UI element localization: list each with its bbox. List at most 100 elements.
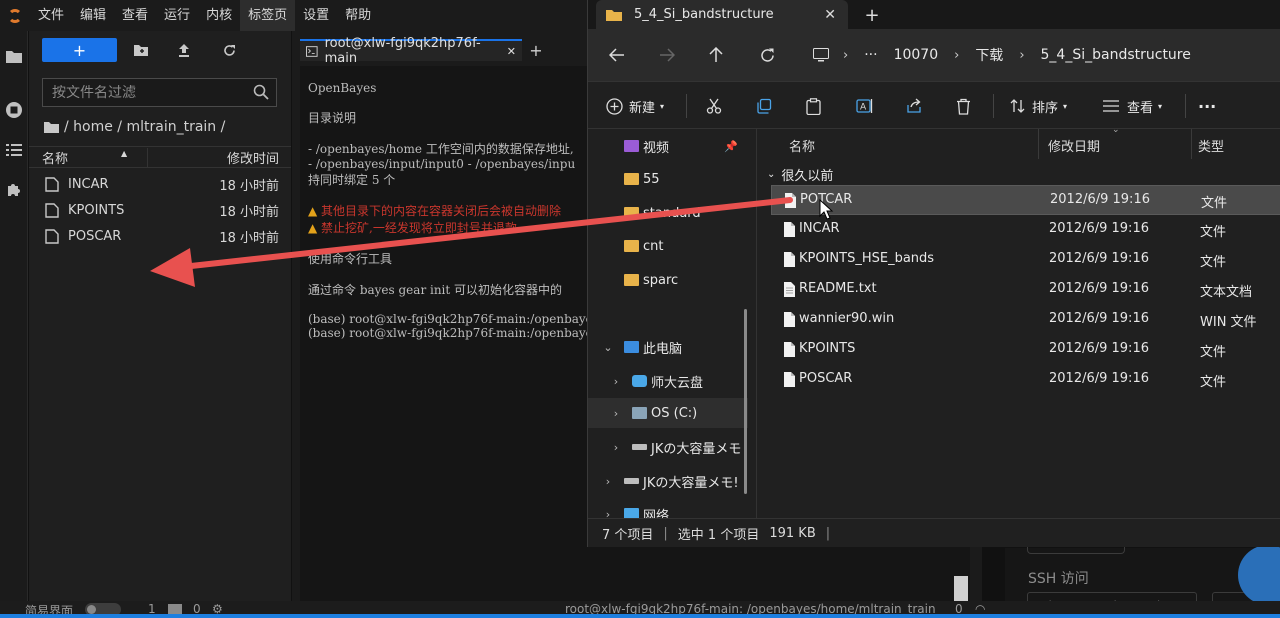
rename-icon[interactable]: A [856, 95, 874, 117]
file-row[interactable]: wannier90.win 2012/6/9 19:16 WIN 文件 [771, 305, 1280, 335]
view-button[interactable]: 查看 ▾ [1103, 95, 1162, 117]
file-type: 文件 [1200, 345, 1227, 360]
file-row[interactable]: KPOINTS_HSE_bands 2012/6/9 19:16 文件 [771, 245, 1280, 275]
extension-puzzle-icon[interactable] [0, 175, 28, 205]
folder-icon [624, 173, 639, 185]
nav-item-label: standard [643, 205, 701, 221]
chevron-right-icon[interactable]: › [610, 441, 622, 454]
folder-icon [624, 207, 639, 219]
chevron-right-icon[interactable]: › [610, 407, 622, 420]
cut-icon[interactable] [706, 95, 722, 117]
pin-icon[interactable]: 📌 [724, 140, 738, 153]
chevron-right-icon[interactable]: › [602, 508, 614, 519]
running-kernels-icon[interactable] [0, 95, 28, 125]
path-box[interactable]: › ··· 10070 › 下载 › 5_4_Si_bandstructure [800, 38, 1280, 72]
delete-icon[interactable] [956, 95, 971, 117]
menu-help[interactable]: 帮助 [337, 0, 379, 31]
close-icon[interactable]: ✕ [507, 45, 516, 58]
column-divider[interactable] [1191, 129, 1192, 159]
forward-arrow-icon[interactable] [654, 42, 680, 68]
menu-kernel[interactable]: 内核 [198, 0, 240, 31]
file-browser-panel: + / home / mltrain_train / 名称 ▲ 修改时间 [29, 31, 291, 601]
refresh-icon[interactable] [219, 40, 239, 60]
upload-icon[interactable] [174, 40, 194, 60]
back-arrow-icon[interactable] [604, 42, 630, 68]
menu-run[interactable]: 运行 [156, 0, 198, 31]
divider: | [663, 525, 668, 541]
folder-icon[interactable] [44, 121, 59, 133]
menu-tabs[interactable]: 标签页 [240, 0, 296, 31]
document-icon [784, 252, 795, 267]
path-ellipsis[interactable]: ··· [864, 47, 877, 63]
explorer-tab[interactable]: 5_4_Si_bandstructure ✕ [596, 0, 848, 29]
nav-item-folder[interactable]: standard [588, 198, 748, 228]
file-icon [45, 202, 59, 218]
share-icon[interactable] [906, 95, 922, 117]
path-segment[interactable]: 5_4_Si_bandstructure [1041, 47, 1191, 63]
file-row[interactable]: INCAR 18 小时前 [29, 171, 291, 197]
file-filter-input[interactable] [52, 84, 252, 101]
document-icon [785, 193, 796, 208]
nav-item-this-pc[interactable]: ⌄ 此电脑 [588, 332, 748, 362]
nav-item-network[interactable]: › 网络 [588, 499, 748, 518]
file-row[interactable]: POTCAR 2012/6/9 19:16 文件 [771, 185, 1280, 215]
new-button[interactable]: 新建 ▾ [606, 95, 664, 117]
file-name: INCAR [68, 176, 109, 192]
nav-scrollbar[interactable] [744, 309, 747, 494]
file-row[interactable]: POSCAR 18 小时前 [29, 223, 291, 249]
more-options-icon[interactable]: ··· [1198, 95, 1216, 117]
sort-button[interactable]: 排序 ▾ [1010, 95, 1067, 117]
column-divider[interactable] [1038, 129, 1039, 159]
folder-icon [624, 240, 639, 252]
chevron-right-icon[interactable]: › [602, 475, 614, 488]
copy-icon[interactable] [756, 95, 772, 117]
close-icon[interactable]: ✕ [824, 7, 836, 23]
nav-item-usb[interactable]: › JKの大容量メモ [588, 432, 748, 462]
menu-settings[interactable]: 设置 [295, 0, 337, 31]
file-row[interactable]: KPOINTS 18 小时前 [29, 197, 291, 223]
chevron-down-icon[interactable]: ⌄ [602, 341, 614, 354]
chevron-right-icon[interactable]: › [610, 375, 622, 388]
chevron-down-icon: ⌄ [767, 169, 776, 180]
bottom-accent-bar [0, 614, 1280, 618]
modified-column-header[interactable]: 修改时间 [147, 147, 291, 167]
file-row[interactable]: KPOINTS 2012/6/9 19:16 文件 [771, 335, 1280, 365]
file-row[interactable]: README.txt 2012/6/9 19:16 文本文档 [771, 275, 1280, 305]
nav-item-videos[interactable]: 视频 📌 [588, 131, 748, 161]
breadcrumb-path[interactable]: / home / mltrain_train / [64, 119, 225, 135]
file-row[interactable]: INCAR 2012/6/9 19:16 文件 [771, 215, 1280, 245]
nav-item-os-drive[interactable]: › OS (C:) [588, 398, 748, 428]
file-type: 文件 [1201, 196, 1228, 211]
folder-icon[interactable] [0, 41, 28, 71]
file-row[interactable]: POSCAR 2012/6/9 19:16 文件 [771, 365, 1280, 395]
file-filter-field[interactable] [42, 78, 277, 107]
new-launcher-button[interactable]: + [42, 38, 117, 62]
paste-icon[interactable] [806, 95, 821, 117]
command-palette-icon[interactable] [0, 135, 28, 165]
group-header[interactable]: ⌄ 很久以前 [767, 165, 833, 184]
menu-edit[interactable]: 编辑 [72, 0, 114, 31]
path-segment[interactable]: 下载 [975, 45, 1003, 65]
type-column-header[interactable]: 类型 [1198, 136, 1224, 155]
refresh-icon[interactable] [754, 42, 780, 68]
nav-item-folder[interactable]: cnt [588, 231, 748, 261]
new-folder-icon[interactable] [131, 40, 151, 60]
nav-item-folder[interactable]: sparc [588, 265, 748, 295]
terminal-tab[interactable]: root@xlw-fgi9qk2hp76f-main ✕ [300, 36, 522, 66]
add-tab-button[interactable]: + [524, 39, 548, 61]
name-column-header[interactable]: 名称 [789, 136, 815, 155]
menu-file[interactable]: 文件 [30, 0, 72, 31]
nav-item-label: 师大云盘 [651, 375, 704, 391]
menu-view[interactable]: 查看 [114, 0, 156, 31]
new-tab-button[interactable]: + [860, 4, 884, 26]
nav-item-usb[interactable]: › JKの大容量メモ! [588, 466, 748, 496]
divider [993, 94, 994, 118]
nav-item-folder[interactable]: 55 [588, 164, 748, 194]
name-column-header[interactable]: 名称 ▲ [29, 148, 147, 167]
up-arrow-icon[interactable] [703, 42, 729, 68]
drive-icon [632, 407, 647, 419]
date-column-header[interactable]: 修改日期 [1048, 136, 1100, 155]
path-segment[interactable]: 10070 [894, 47, 939, 63]
nav-item-cloud[interactable]: › 师大云盘 [588, 366, 748, 396]
chevron-right-icon: › [954, 47, 960, 63]
